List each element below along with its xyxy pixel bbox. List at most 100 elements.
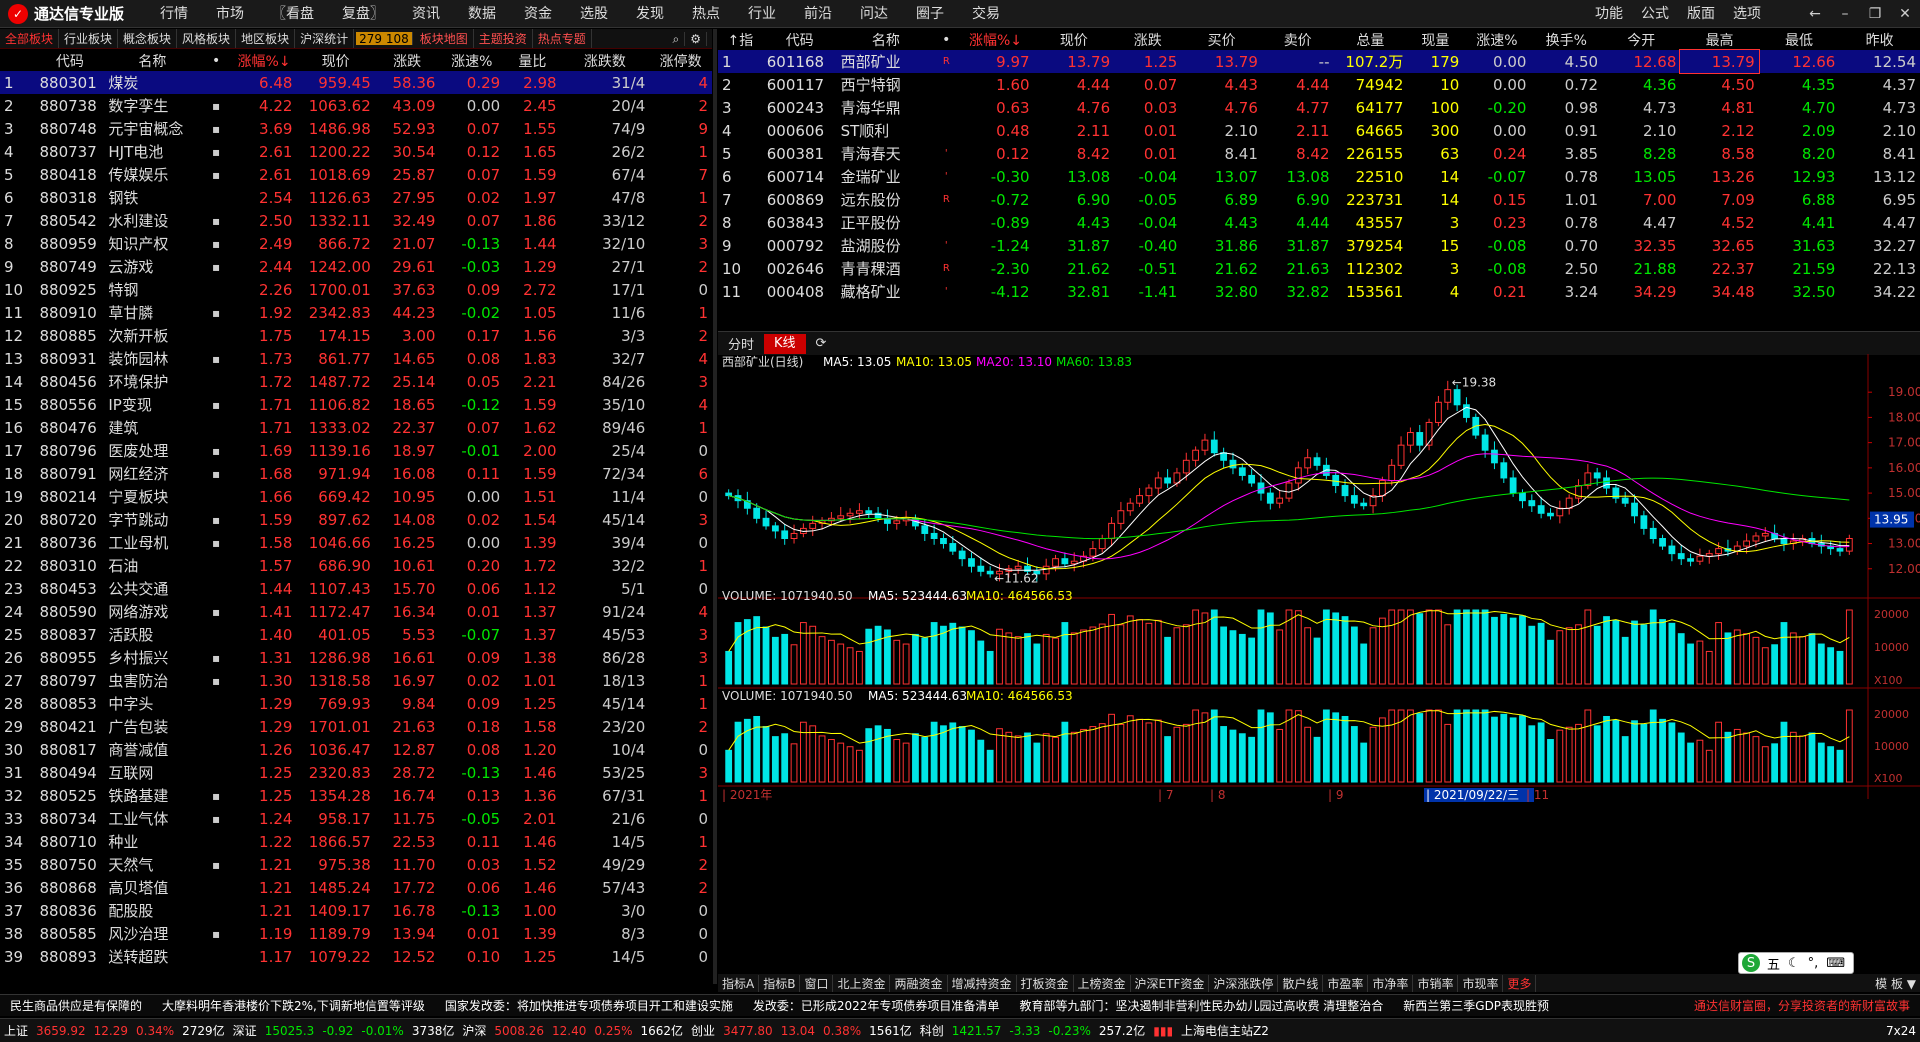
- left-col-2[interactable]: 名称: [104, 50, 200, 71]
- indicator-tab-2[interactable]: 窗口: [800, 974, 834, 992]
- tab-intraday[interactable]: 分时: [718, 334, 764, 353]
- indicator-tab-4[interactable]: 两融资金: [890, 974, 948, 992]
- menu-item-12[interactable]: 问达: [846, 0, 902, 28]
- refresh-icon[interactable]: ⟳: [806, 336, 837, 351]
- table-row[interactable]: 4 000606 ST顺利 0.48 2.11 0.01 2.10 2.11 64665 300 0…: [718, 119, 1920, 142]
- left-col-5[interactable]: 现价: [296, 50, 374, 71]
- table-row[interactable]: 7 880542 水利建设 ▪ 2.50 1332.11 32.49 0.07 1.86 33/1…: [0, 209, 712, 232]
- news-item-1[interactable]: 大摩料明年香港楼价下跌2%,下调新地信置等评级: [152, 997, 435, 1014]
- left-col-0[interactable]: [0, 50, 35, 71]
- right-col-14[interactable]: 最高: [1680, 29, 1758, 50]
- table-row[interactable]: 29 880421 广告包装 1.29 1701.01 21.63 0.18 1.58 23/2…: [0, 715, 712, 738]
- rmenu-item-1[interactable]: 公式: [1632, 0, 1678, 28]
- right-col-6[interactable]: 涨跌: [1114, 29, 1181, 50]
- indicator-tab-3[interactable]: 北上资金: [833, 974, 891, 992]
- left-col-3[interactable]: •: [200, 50, 231, 71]
- table-row[interactable]: 22 880310 石油 1.57 686.90 10.61 0.20 1.72 32/2 1: [0, 554, 712, 577]
- right-col-13[interactable]: 今开: [1602, 29, 1680, 50]
- table-row[interactable]: 12 880885 次新开板 1.75 174.15 3.00 0.17 1.56 3/3 2: [0, 324, 712, 347]
- tab-topic-0[interactable]: 板块地图: [415, 29, 474, 48]
- table-row[interactable]: 13 880931 装饰园林 ▪ 1.73 861.77 14.65 0.08 1.83 32/7…: [0, 347, 712, 370]
- menu-item-5[interactable]: 数据: [454, 0, 510, 28]
- table-row[interactable]: 30 880817 商誉减值 1.26 1036.47 12.87 0.08 1.20 10/4…: [0, 738, 712, 761]
- tab-sector-1[interactable]: 行业板块: [59, 29, 119, 48]
- table-row[interactable]: 34 880710 种业 1.22 1866.57 22.53 0.11 1.46 14/5 1: [0, 830, 712, 853]
- table-row[interactable]: 15 880556 IP变现 ▪ 1.71 1106.82 18.65 -0.12 1.59 35…: [0, 393, 712, 416]
- left-col-4[interactable]: 涨幅%↓: [232, 50, 297, 71]
- table-row[interactable]: 33 880734 工业气体 ▪ 1.24 958.17 11.75 -0.05 2.01 21/…: [0, 807, 712, 830]
- menu-item-3[interactable]: 复盘〗: [328, 0, 398, 28]
- minimize-icon[interactable]: –: [1830, 0, 1860, 28]
- menu-item-6[interactable]: 资金: [510, 0, 566, 28]
- right-col-3[interactable]: •: [935, 29, 957, 50]
- tab-topic-2[interactable]: 热点专题: [533, 29, 592, 48]
- table-row[interactable]: 36 880868 高贝塔值 1.21 1485.24 17.72 0.06 1.46 57/4…: [0, 876, 712, 899]
- table-row[interactable]: 2 880738 数字孪生 ▪ 4.22 1063.62 43.09 0.00 2.45 20/4…: [0, 94, 712, 117]
- left-col-10[interactable]: 涨停数: [649, 50, 712, 71]
- back-icon[interactable]: ←: [1800, 0, 1830, 28]
- table-row[interactable]: 19 880214 宁夏板块 1.66 669.42 10.95 0.00 1.51 11/4 0: [0, 485, 712, 508]
- table-row[interactable]: 11 880910 草甘膦 ▪ 1.92 2342.83 44.23 -0.02 1.05 11/…: [0, 301, 712, 324]
- tab-sector-5[interactable]: 沪深统计: [295, 29, 355, 48]
- table-row[interactable]: 16 880476 建筑 1.71 1333.02 22.37 0.07 1.62 89/46 1: [0, 416, 712, 439]
- indicator-more[interactable]: 更多: [1503, 974, 1537, 992]
- right-col-8[interactable]: 卖价: [1262, 29, 1334, 50]
- table-row[interactable]: 32 880525 铁路基建 ▪ 1.25 1354.28 16.74 0.13 1.36 67/…: [0, 784, 712, 807]
- punct-icon[interactable]: °,: [1804, 956, 1823, 971]
- left-col-9[interactable]: 涨跌数: [561, 50, 650, 71]
- right-col-7[interactable]: 买价: [1181, 29, 1262, 50]
- news-item-4[interactable]: 教育部等九部门：坚决遏制非营利性民办幼儿园过高收费 清理整治合: [1009, 997, 1393, 1014]
- menu-item-1[interactable]: 市场: [202, 0, 258, 28]
- right-col-11[interactable]: 涨速%: [1463, 29, 1530, 50]
- indicator-tab-13[interactable]: 市销率: [1413, 974, 1459, 992]
- table-row[interactable]: 3 600243 青海华鼎 0.63 4.76 0.03 4.76 4.77 64177 100 -…: [718, 96, 1920, 119]
- news-item-3[interactable]: 发改委：已形成2022年专项债券项目准备清单: [743, 997, 1010, 1014]
- table-row[interactable]: 8 880959 知识产权 ▪ 2.49 866.72 21.07 -0.13 1.44 32/1…: [0, 232, 712, 255]
- right-col-0[interactable]: ↑指: [718, 29, 763, 50]
- table-row[interactable]: 38 880585 风沙治理 ▪ 1.19 1189.79 13.94 0.01 1.39 8/3…: [0, 922, 712, 945]
- indicator-tab-12[interactable]: 市净率: [1368, 974, 1414, 992]
- right-col-1[interactable]: 代码: [763, 29, 837, 50]
- menu-item-4[interactable]: 资讯: [398, 0, 454, 28]
- menu-item-11[interactable]: 前沿: [790, 0, 846, 28]
- indicator-tab-11[interactable]: 市盈率: [1323, 974, 1369, 992]
- tab-kline[interactable]: K线: [764, 333, 806, 354]
- rmenu-item-2[interactable]: 版面: [1678, 0, 1724, 28]
- table-row[interactable]: 5 600381 青海春天 ' 0.12 8.42 0.01 8.41 8.42 226155 63…: [718, 142, 1920, 165]
- tab-sector-3[interactable]: 风格板块: [177, 29, 237, 48]
- menu-item-0[interactable]: 行情: [146, 0, 202, 28]
- restore-icon[interactable]: ❐: [1860, 0, 1890, 28]
- tab-sector-4[interactable]: 地区板块: [236, 29, 296, 48]
- right-col-10[interactable]: 现量: [1407, 29, 1463, 50]
- tab-sector-2[interactable]: 概念板块: [118, 29, 178, 48]
- right-col-16[interactable]: 昨收: [1839, 29, 1920, 50]
- table-row[interactable]: 27 880797 虫害防治 ▪ 1.30 1318.58 16.97 0.02 1.01 18/…: [0, 669, 712, 692]
- table-row[interactable]: 2 600117 西宁特钢 1.60 4.44 0.07 4.43 4.44 74942 10 0.…: [718, 73, 1920, 96]
- table-row[interactable]: 26 880955 乡村振兴 ▪ 1.31 1286.98 16.61 0.09 1.38 86/…: [0, 646, 712, 669]
- indicator-tab-8[interactable]: 沪深ETF资金: [1131, 974, 1210, 992]
- table-row[interactable]: 7 600869 远东股份 R -0.72 6.90 -0.05 6.89 6.90 223731…: [718, 188, 1920, 211]
- ticker-slogan[interactable]: 通达信财富圈，分享投资者的新财富故事: [1684, 997, 1920, 1014]
- right-col-15[interactable]: 最低: [1759, 29, 1840, 50]
- table-row[interactable]: 8 603843 正平股份 -0.89 4.43 -0.04 4.43 4.44 43557 3 0…: [718, 211, 1920, 234]
- table-row[interactable]: 9 880749 云游戏 ▪ 2.44 1242.00 29.61 -0.03 1.29 27/1…: [0, 255, 712, 278]
- table-row[interactable]: 18 880791 网红经济 ▪ 1.68 971.94 16.08 0.11 1.59 72/3…: [0, 462, 712, 485]
- server-name[interactable]: 上海电信主站Z2: [1177, 1022, 1273, 1039]
- keyboard-icon[interactable]: ⌨: [1822, 956, 1849, 971]
- menu-item-10[interactable]: 行业: [734, 0, 790, 28]
- moon-icon[interactable]: ☾: [1784, 956, 1804, 971]
- table-row[interactable]: 35 880750 天然气 ▪ 1.21 975.38 11.70 0.03 1.52 49/29…: [0, 853, 712, 876]
- menu-item-13[interactable]: 圈子: [902, 0, 958, 28]
- table-row[interactable]: 6 600714 金瑞矿业 ' -0.30 13.08 -0.04 13.07 13.08 225…: [718, 165, 1920, 188]
- rmenu-item-0[interactable]: 功能: [1586, 0, 1632, 28]
- indicator-tab-14[interactable]: 市现率: [1458, 974, 1504, 992]
- table-row[interactable]: 10 002646 青青稞酒 R -2.30 21.62 -0.51 21.62 21.63 11…: [718, 257, 1920, 280]
- table-row[interactable]: 11 000408 藏格矿业 ' -4.12 32.81 -1.41 32.80 32.82 15…: [718, 280, 1920, 303]
- right-col-2[interactable]: 名称: [837, 29, 935, 50]
- table-row[interactable]: 3 880748 元宇宙概念 ▪ 3.69 1486.98 52.93 0.07 1.55 74/…: [0, 117, 712, 140]
- table-row[interactable]: 17 880796 医废处理 ▪ 1.69 1139.16 18.97 -0.01 2.00 25…: [0, 439, 712, 462]
- indicator-tab-1[interactable]: 指标B: [759, 974, 801, 992]
- menu-item-2[interactable]: 〖看盘: [258, 0, 328, 28]
- table-row[interactable]: 28 880853 中字头 1.29 769.93 9.84 0.09 1.25 45/14 1: [0, 692, 712, 715]
- menu-item-9[interactable]: 热点: [678, 0, 734, 28]
